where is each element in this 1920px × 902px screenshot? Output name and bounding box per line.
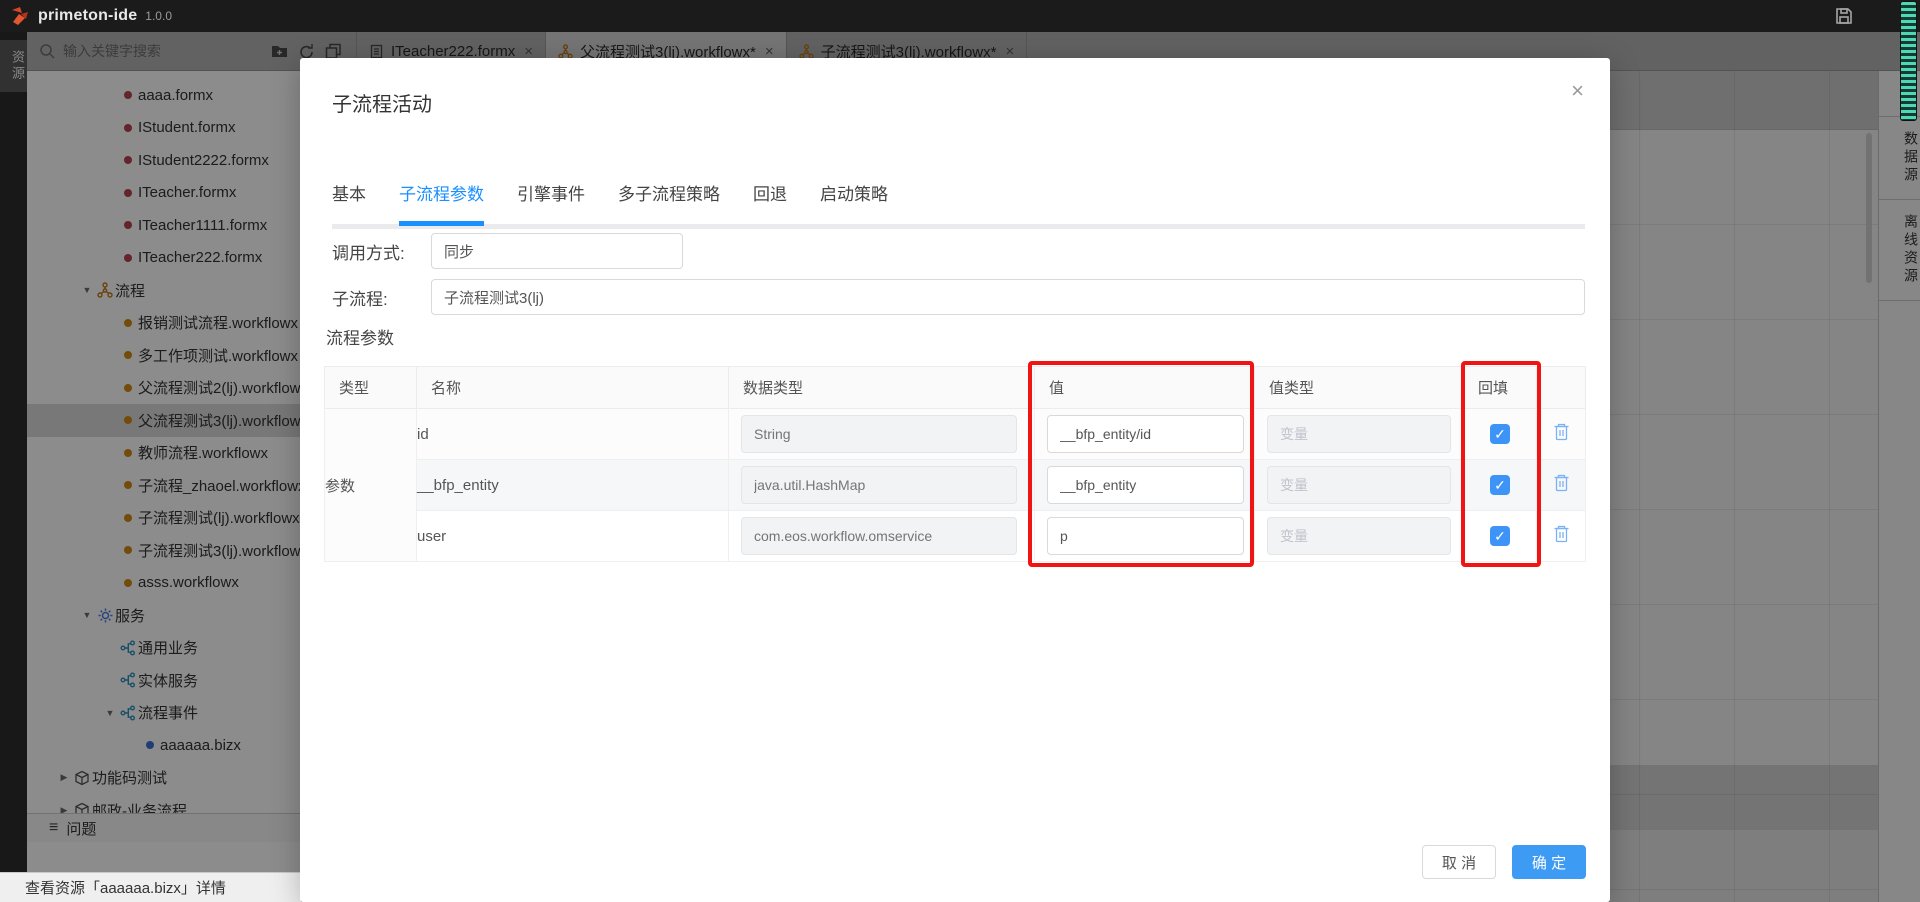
value-input[interactable] [1047,415,1244,453]
dialog-tab-bar: 基本子流程参数引擎事件多子流程策略回退启动策略 [332,180,888,221]
col-header-backfill: 回填 [1464,367,1537,409]
minimap-strip [1901,2,1916,120]
dialog-tab[interactable]: 启动策略 [820,180,888,221]
subprocess-label: 子流程: [332,285,431,310]
dialog-tab[interactable]: 引擎事件 [517,180,585,221]
param-backfill-cell: ✓ [1464,511,1537,562]
delete-icon[interactable] [1553,479,1570,496]
param-actions-cell [1537,409,1586,460]
params-section-label: 流程参数 [326,324,394,349]
dialog-tab-underline [332,224,1585,229]
param-name: id [417,409,729,460]
ok-button[interactable]: 确 定 [1512,845,1586,879]
subprocess-input[interactable] [431,279,1585,315]
value-input[interactable] [1047,517,1244,555]
call-mode-field: 调用方式: [332,233,683,269]
title-bar: primeton-ide 1.0.0 [0,0,1920,32]
dialog-tab[interactable]: 基本 [332,180,366,221]
param-row: user ✓ [325,511,1586,562]
dialog-tab[interactable]: 多子流程策略 [618,180,720,221]
param-valuetype-cell [1255,511,1464,562]
param-row: __bfp_entity ✓ [325,460,1586,511]
app-version: 1.0.0 [145,9,172,23]
datatype-input [741,517,1017,555]
col-header-actions [1537,367,1586,409]
backfill-checkbox[interactable]: ✓ [1490,526,1510,546]
param-datatype-cell [729,511,1035,562]
datatype-input [741,415,1017,453]
param-actions-cell [1537,511,1586,562]
dialog-tab[interactable]: 回退 [753,180,787,221]
delete-icon[interactable] [1553,530,1570,547]
dialog-tab[interactable]: 子流程参数 [399,180,484,221]
call-mode-label: 调用方式: [332,239,431,264]
param-valuetype-cell [1255,409,1464,460]
cancel-button[interactable]: 取 消 [1422,845,1496,879]
backfill-checkbox[interactable]: ✓ [1490,475,1510,495]
backfill-checkbox[interactable]: ✓ [1490,424,1510,444]
col-header-datatype: 数据类型 [729,367,1035,409]
param-backfill-cell: ✓ [1464,409,1537,460]
param-row: 参数id✓ [325,409,1586,460]
col-header-type: 类型 [325,367,417,409]
param-datatype-cell [729,409,1035,460]
app-logo-icon [10,6,30,26]
valuetype-input [1267,415,1451,453]
application-window: primeton-ide 1.0.0 资源 输入关键字搜索 ITeacher22… [0,0,1920,902]
subprocess-activity-dialog: 子流程活动 × 基本子流程参数引擎事件多子流程策略回退启动策略 调用方式: 子流… [300,58,1610,902]
call-mode-input[interactable] [431,233,683,269]
value-input[interactable] [1047,466,1244,504]
col-header-valuetype: 值类型 [1255,367,1464,409]
datatype-input [741,466,1017,504]
save-icon[interactable] [1834,6,1854,26]
delete-icon[interactable] [1553,428,1570,445]
param-value-cell [1035,511,1255,562]
params-header-row: 类型 名称 数据类型 值 值类型 回填 [325,367,1586,409]
close-icon[interactable]: × [1571,80,1584,102]
status-text: 查看资源「aaaaaa.bizx」详情 [25,877,226,898]
param-backfill-cell: ✓ [1464,460,1537,511]
status-bar: 查看资源「aaaaaa.bizx」详情 [0,872,301,902]
col-header-name: 名称 [417,367,729,409]
param-name: user [417,511,729,562]
param-datatype-cell [729,460,1035,511]
param-name: __bfp_entity [417,460,729,511]
valuetype-input [1267,517,1451,555]
col-header-value: 值 [1035,367,1255,409]
dialog-title: 子流程活动 [332,88,432,117]
param-actions-cell [1537,460,1586,511]
valuetype-input [1267,466,1451,504]
param-group-cell: 参数 [325,409,417,562]
param-value-cell [1035,460,1255,511]
subprocess-field: 子流程: [332,279,1585,315]
param-value-cell [1035,409,1255,460]
params-table: 类型 名称 数据类型 值 值类型 回填 参数id✓__bfp_entity✓us… [324,366,1586,562]
param-valuetype-cell [1255,460,1464,511]
app-title: primeton-ide [38,7,137,25]
